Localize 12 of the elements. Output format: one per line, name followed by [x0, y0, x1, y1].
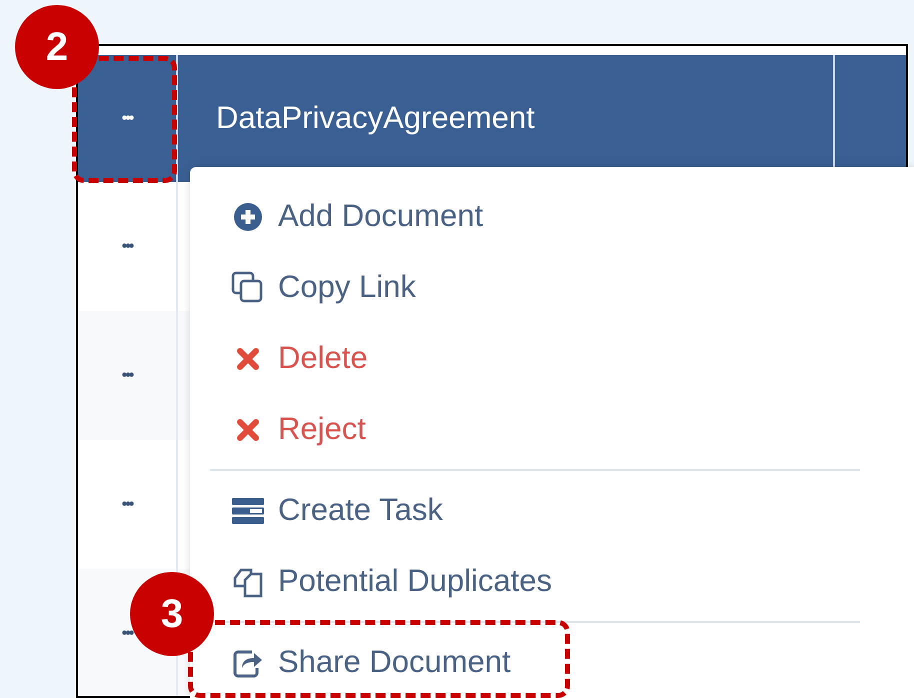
more-button[interactable]: •••: [122, 496, 132, 512]
menu-item[interactable]: Reject: [210, 394, 914, 465]
menu-item[interactable]: Add Document: [210, 181, 914, 252]
column-header: DataPrivacyAgreement: [216, 99, 535, 138]
more-button[interactable]: •••: [122, 626, 132, 642]
step-badge: 2: [15, 5, 99, 89]
menu-item[interactable]: Copy Link: [210, 252, 914, 323]
more-button[interactable]: •••: [122, 110, 132, 126]
menu-item[interactable]: Delete: [210, 323, 914, 394]
more-button[interactable]: •••: [122, 238, 132, 254]
more-button[interactable]: •••: [122, 368, 132, 384]
menu-item[interactable]: Create Task: [210, 475, 914, 546]
